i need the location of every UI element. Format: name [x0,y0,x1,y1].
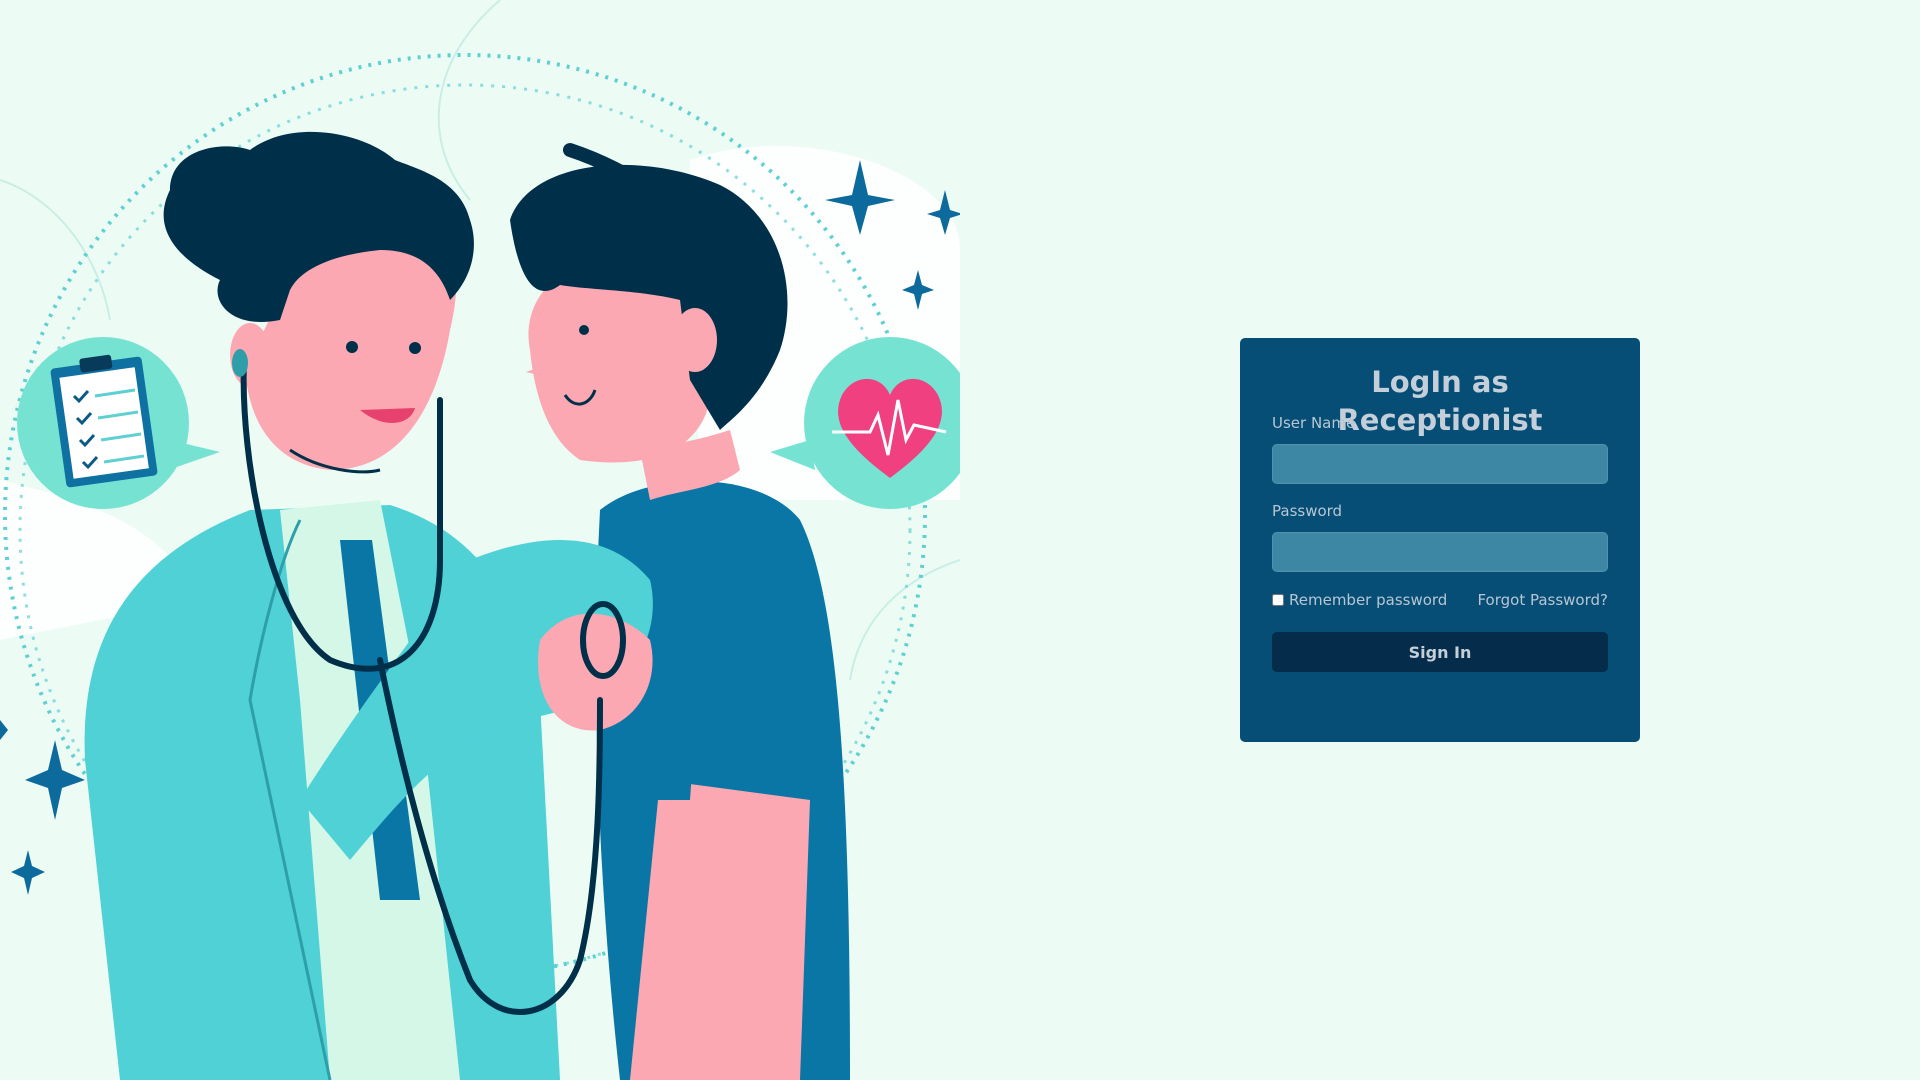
clipboard-icon [17,337,220,509]
remember-password-label: Remember password [1289,591,1448,609]
password-input[interactable] [1272,532,1608,572]
login-page: LogIn as Receptionist User Name Password… [0,0,1920,1080]
remember-password-checkbox[interactable] [1272,594,1284,606]
sign-in-button[interactable]: Sign In [1272,632,1608,672]
forgot-password-link[interactable]: Forgot Password? [1477,590,1608,610]
login-title: LogIn as Receptionist [1337,365,1543,437]
username-input[interactable] [1272,444,1608,484]
login-card: LogIn as Receptionist User Name Password… [1240,338,1640,742]
login-options-row: Remember password Forgot Password? [1272,590,1608,610]
doctor-patient-illustration [0,0,960,1080]
illustration-graphic [0,0,960,1080]
remember-password[interactable]: Remember password [1272,590,1447,610]
password-label: Password [1272,502,1343,520]
